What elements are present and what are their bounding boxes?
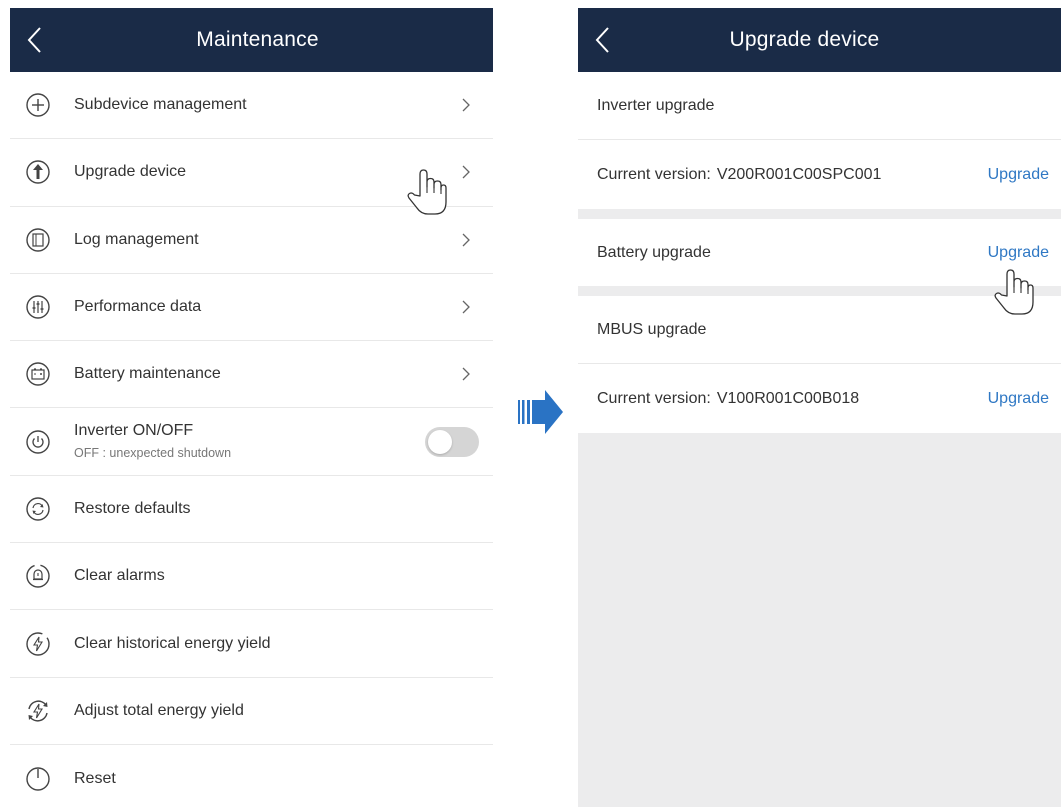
- log-icon: [26, 228, 50, 252]
- menu-item-label: Subdevice management: [74, 96, 247, 114]
- menu-item-performance-data[interactable]: Performance data: [10, 273, 493, 342]
- menu-item-clear-alarms[interactable]: Clear alarms: [10, 543, 493, 611]
- menu-item-reset[interactable]: Reset: [10, 744, 493, 807]
- menu-item-battery-maintenance[interactable]: Battery maintenance: [10, 341, 493, 409]
- battery-icon: [26, 362, 50, 387]
- menu-item-clear-historical-energy-yield[interactable]: Clear historical energy yield: [10, 610, 493, 678]
- inverter-version-row: Current version: V200R001C00SPC001 Upgra…: [578, 140, 1061, 209]
- battery-upgrade-heading: Battery upgrade: [597, 243, 711, 261]
- battery-upgrade-link[interactable]: Upgrade: [988, 244, 1049, 262]
- version-label: Current version:: [597, 389, 711, 407]
- energy-adjust-icon: [28, 700, 48, 722]
- upgrade-device-header: Upgrade device: [578, 8, 1061, 72]
- toggle-knob: [428, 429, 452, 454]
- chevron-right-icon: [462, 300, 470, 314]
- mbus-version-value: V100R001C00B018: [716, 389, 860, 407]
- back-arrow-icon[interactable]: [20, 22, 50, 58]
- section-heading-row: MBUS upgrade: [578, 296, 1061, 364]
- energy-clear-icon: [26, 631, 50, 656]
- maintenance-header: Maintenance: [10, 8, 493, 72]
- back-arrow-icon[interactable]: [588, 22, 618, 58]
- inverter-upgrade-link[interactable]: Upgrade: [988, 166, 1049, 184]
- mbus-version-row: Current version: V100R001C00B018 Upgrade: [578, 364, 1061, 433]
- tap-pointer-icon: [407, 169, 447, 215]
- transition-arrow-icon: [518, 390, 563, 434]
- menu-item-label: Log management: [74, 230, 199, 248]
- alarm-bell-icon: [26, 564, 50, 588]
- inverter-power-toggle[interactable]: [425, 426, 479, 457]
- upgrade-arrow-icon: [26, 160, 50, 185]
- inverter-upgrade-section: Inverter upgrade Current version: V200R0…: [578, 72, 1061, 209]
- inverter-upgrade-heading: Inverter upgrade: [597, 96, 715, 114]
- section-heading-row: Inverter upgrade: [578, 72, 1061, 140]
- reset-power-icon: [26, 766, 50, 791]
- menu-item-label: Inverter ON/OFF: [74, 422, 194, 440]
- battery-upgrade-row: Battery upgrade Upgrade: [578, 219, 1061, 286]
- menu-item-label: Reset: [74, 769, 116, 787]
- tap-pointer-icon: [994, 269, 1034, 315]
- battery-upgrade-section: Battery upgrade Upgrade: [578, 219, 1061, 286]
- menu-item-label: Clear historical energy yield: [74, 634, 271, 652]
- chevron-right-icon: [462, 98, 470, 112]
- inverter-status-text: OFF : unexpected shutdown: [74, 446, 232, 461]
- chevron-right-icon: [462, 233, 470, 247]
- plus-circle-icon: [26, 93, 50, 117]
- menu-item-subdevice-management[interactable]: Subdevice management: [10, 72, 493, 140]
- page-title: Maintenance: [196, 28, 319, 51]
- page-title: Upgrade device: [729, 28, 880, 51]
- mbus-upgrade-heading: MBUS upgrade: [597, 320, 707, 338]
- chevron-right-icon: [462, 165, 470, 179]
- sliders-icon: [26, 295, 50, 319]
- menu-item-label: Battery maintenance: [74, 365, 221, 383]
- inverter-version-value: V200R001C00SPC001: [716, 165, 882, 183]
- maintenance-screen: Maintenance Subdevice management Upgrade…: [10, 8, 493, 807]
- restore-icon: [26, 497, 50, 521]
- upgrade-device-screen: Upgrade device Inverter upgrade Current …: [578, 8, 1061, 807]
- menu-item-label: Restore defaults: [74, 499, 191, 517]
- menu-item-label: Adjust total energy yield: [74, 701, 244, 719]
- menu-item-adjust-total-energy-yield[interactable]: Adjust total energy yield: [10, 677, 493, 745]
- mbus-upgrade-section: MBUS upgrade Current version: V100R001C0…: [578, 296, 1061, 433]
- version-label: Current version:: [597, 165, 711, 183]
- menu-item-label: Upgrade device: [74, 163, 187, 181]
- mbus-upgrade-link[interactable]: Upgrade: [988, 390, 1049, 408]
- menu-item-inverter-on-off: Inverter ON/OFF OFF : unexpected shutdow…: [10, 408, 493, 476]
- menu-item-restore-defaults[interactable]: Restore defaults: [10, 475, 493, 544]
- menu-item-label: Performance data: [74, 298, 202, 316]
- chevron-right-icon: [462, 367, 470, 381]
- menu-item-label: Clear alarms: [74, 567, 165, 585]
- power-icon: [26, 429, 50, 454]
